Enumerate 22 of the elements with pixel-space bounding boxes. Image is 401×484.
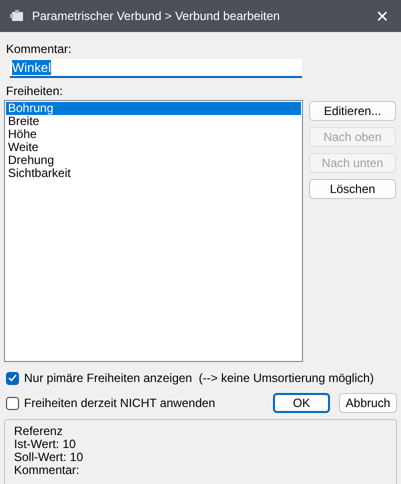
window-title: Parametrischer Verbund > Verbund bearbeiten	[32, 9, 281, 23]
checkbox-label: Nur pimäre Freiheiten anzeigen (--> keine Umsortierung möglich)	[24, 371, 374, 385]
ok-button[interactable]: OK	[273, 393, 330, 413]
info-line: Ist-Wert: 10	[14, 438, 77, 451]
list-item[interactable]: Bohrung	[6, 102, 301, 115]
side-button[interactable]: Löschen	[309, 179, 396, 199]
comment-field[interactable]: Winkel	[10, 59, 302, 78]
list-label: Freiheiten:	[6, 84, 64, 98]
info-line: Soll-Wert: 10	[14, 451, 84, 464]
info-line: Referenz	[14, 425, 64, 438]
field-value: Winkel	[12, 60, 52, 75]
list-item[interactable]: Sichtbarkeit	[6, 167, 301, 180]
side-button[interactable]: Editieren...	[309, 101, 396, 121]
checkbox-label: Freiheiten derzeit NICHT anwenden	[24, 396, 216, 410]
cancel-button[interactable]: Abbruch	[339, 393, 397, 413]
close-button[interactable]: ✕	[374, 6, 391, 26]
list-item[interactable]: Drehung	[6, 154, 301, 167]
field-label: Kommentar:	[6, 42, 72, 56]
list-item[interactable]: Breite	[6, 115, 301, 128]
info-line: Kommentar:	[14, 464, 80, 477]
list-item[interactable]: Weite	[6, 141, 301, 154]
list-item[interactable]: Höhe	[6, 128, 301, 141]
